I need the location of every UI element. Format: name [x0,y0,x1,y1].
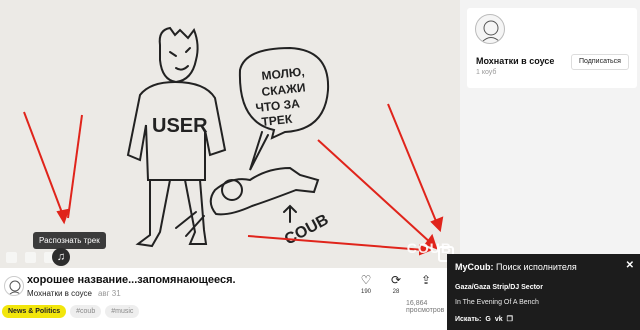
recoubs-count: 28 [392,289,400,295]
volume-icon[interactable] [6,251,17,263]
heart-icon: ♡ [360,273,372,287]
channel-name-link[interactable]: Мохнатки в соусе [27,289,92,298]
player-controls [6,250,55,264]
recoub-button[interactable]: ⟳ 28 [386,273,406,295]
mycoub-popup: MyCoub: Поиск исполнителя ✕ Gaza/Gaza St… [447,254,640,330]
tag-coub[interactable]: #coub [70,305,102,318]
tag-music[interactable]: #music [105,305,140,318]
close-icon[interactable]: ✕ [626,260,634,271]
copy-icon[interactable]: ❐ [507,315,513,323]
popup-title: MyCoub: Поиск исполнителя [455,262,577,272]
share-button[interactable]: ⇪ [416,273,436,295]
popup-heading: Поиск исполнителя [496,262,577,272]
channel-line: Мохнатки в соусе авг 31 [27,289,121,298]
channel-card-avatar[interactable] [475,14,505,44]
recognize-track-button[interactable]: ♫ [52,248,70,266]
music-note-icon: ♫ [56,251,66,263]
vk-search-icon[interactable]: vk [495,316,503,323]
channel-card-name[interactable]: Мохнатки в соусе [476,56,554,66]
recognize-track-tooltip: Распознать трек [33,232,106,249]
page: USER МОЛЮ, СКАЖИ ЧТО ЗА ТРЕК COUB Распоз… [0,0,640,330]
coub-drawing: USER МОЛЮ, СКАЖИ ЧТО ЗА ТРЕК COUB [0,0,460,268]
channel-card-count: 1 коуб [476,69,497,76]
coub-info-bar: хорошее название...запомянающееся. Мохна… [0,268,461,330]
video-player[interactable]: USER МОЛЮ, СКАЖИ ЧТО ЗА ТРЕК COUB Распоз… [0,0,460,268]
popup-brand: MyCoub: [455,262,494,272]
tag-category[interactable]: News & Politics [2,305,67,318]
google-search-icon[interactable]: G [485,316,490,323]
popup-search-row: Искать: G vk ❐ [455,315,513,324]
channel-card: Мохнатки в соусе 1 коуб Подписаться [467,8,637,88]
popup-track-result-1[interactable]: Gaza/Gaza Strip/DJ Sector [455,284,543,291]
tags-row: News & Politics #coub #music [2,305,140,318]
shirt-text: USER [152,115,208,137]
channel-avatar[interactable] [4,276,24,296]
share-icon: ⇪ [420,273,432,287]
coub-title[interactable]: хорошее название...запомянающееся. [27,274,236,286]
popup-track-result-2[interactable]: In The Evening Of A Bench [455,299,539,306]
coub-date: авг 31 [97,289,121,298]
subscribe-button[interactable]: Подписаться [571,54,629,70]
likes-count: 190 [360,289,371,295]
popup-search-label: Искать: [455,315,482,323]
recoub-icon: ⟳ [390,273,402,287]
loop-icon[interactable] [25,251,36,263]
like-button[interactable]: ♡ 190 [356,273,376,295]
